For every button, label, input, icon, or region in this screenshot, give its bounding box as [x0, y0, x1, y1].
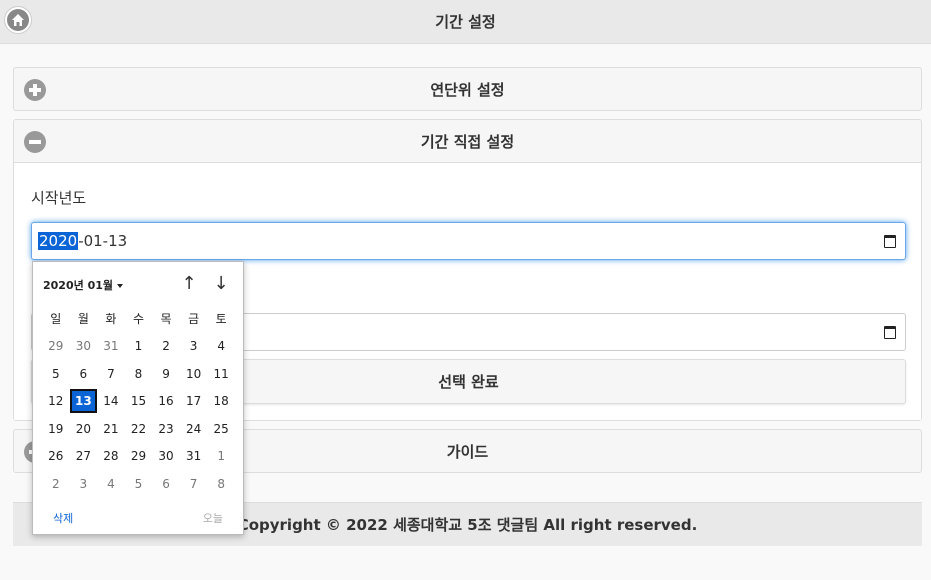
calendar-day[interactable]: 22	[125, 417, 153, 441]
calendar-day[interactable]: 30	[152, 444, 180, 468]
prev-month-button[interactable]: ↑	[178, 272, 200, 294]
custom-period-title: 기간 직접 설정	[420, 132, 515, 151]
calendar-week-row: 19 20 21 22 23 24 25	[42, 415, 235, 443]
calendar-day[interactable]: 31	[97, 334, 125, 358]
calendar-day[interactable]: 7	[180, 472, 208, 496]
calendar-day[interactable]: 21	[97, 417, 125, 441]
calendar-icon[interactable]	[884, 235, 896, 248]
calendar-week-row: 2345678	[42, 470, 235, 498]
calendar-day[interactable]: 31	[180, 444, 208, 468]
next-month-button[interactable]: ↓	[210, 272, 232, 294]
calendar-day[interactable]: 3	[70, 472, 98, 496]
calendar-day[interactable]: 1	[207, 444, 235, 468]
calendar-day[interactable]: 11	[207, 362, 235, 386]
calendar-week-row: 29 30 31 1 2 3 4	[42, 333, 235, 361]
calendar-day[interactable]: 4	[97, 472, 125, 496]
calendar-day[interactable]: 30	[70, 334, 98, 358]
calendar-day[interactable]: 10	[180, 362, 208, 386]
month-label: 2020년 01월	[43, 279, 113, 292]
calendar-week-row: 5 6 7 8 9 10 11	[42, 360, 235, 388]
calendar-day[interactable]: 16	[152, 389, 180, 413]
yearly-settings-title: 연단위 설정	[430, 81, 505, 99]
calendar-day[interactable]: 29	[125, 444, 153, 468]
calendar-day[interactable]: 27	[70, 444, 98, 468]
home-button[interactable]	[4, 6, 32, 34]
start-year-label: 시작년도	[31, 189, 87, 207]
calendar-day[interactable]: 7	[97, 362, 125, 386]
calendar-day[interactable]: 5	[42, 362, 70, 386]
weekday-label: 수	[132, 311, 144, 326]
start-date-rest: -01-13	[78, 232, 128, 250]
weekday-label: 월	[77, 311, 89, 326]
minus-icon	[24, 131, 46, 153]
calendar-day[interactable]: 17	[180, 389, 208, 413]
home-icon	[7, 9, 29, 31]
custom-period-header[interactable]: 기간 직접 설정	[14, 120, 921, 163]
page-title: 기간 설정	[435, 13, 496, 31]
calendar-day[interactable]: 18	[207, 389, 235, 413]
calendar-day[interactable]: 28	[97, 444, 125, 468]
calendar-day[interactable]: 3	[180, 334, 208, 358]
calendar-day[interactable]: 24	[180, 417, 208, 441]
date-picker-popup: 2020년 01월 ↑ ↓ 일 월 화 수 목 금 토 29 30 31 1 2 3 4 5 6 7 8 9 10 11…	[32, 261, 244, 535]
calendar-day-selected[interactable]: 13	[69, 389, 98, 414]
weekday-header-row: 일월 화수 목 금토	[42, 305, 235, 333]
calendar-day[interactable]: 12	[42, 389, 70, 413]
calendar-day[interactable]: 5	[125, 472, 153, 496]
calendar-day[interactable]: 26	[42, 444, 70, 468]
calendar-day[interactable]: 6	[152, 472, 180, 496]
calendar-day[interactable]: 25	[207, 417, 235, 441]
calendar-day[interactable]: 9	[152, 362, 180, 386]
yearly-settings-header[interactable]: 연단위 설정	[14, 68, 921, 111]
caret-down-icon	[117, 284, 123, 288]
calendar-icon[interactable]	[884, 326, 896, 339]
clear-button[interactable]: 삭제	[53, 510, 73, 526]
start-date-input[interactable]: 2020 -01-13	[31, 222, 906, 260]
calendar-day[interactable]: 20	[70, 417, 98, 441]
calendar-day[interactable]: 2	[152, 334, 180, 358]
calendar-day[interactable]: 19	[42, 417, 70, 441]
calendar-day[interactable]: 2	[42, 472, 70, 496]
start-date-year-segment[interactable]: 2020	[38, 232, 79, 250]
calendar-day[interactable]: 29	[42, 334, 70, 358]
section-yearly-settings: 연단위 설정	[13, 67, 922, 111]
calendar-week-row: 12 13 14 15 16 17 18	[42, 388, 235, 416]
calendar-day[interactable]: 8	[207, 472, 235, 496]
calendar-day[interactable]: 15	[125, 389, 153, 413]
weekday-label: 일	[50, 311, 62, 326]
calendar-week-row: 26 27 28 29 30 31 1	[42, 443, 235, 471]
calendar-day[interactable]: 14	[97, 389, 125, 413]
plus-icon	[24, 79, 46, 101]
weekday-label: 목	[160, 311, 172, 326]
today-button[interactable]: 오늘	[203, 510, 223, 526]
calendar-day[interactable]: 8	[125, 362, 153, 386]
calendar-day[interactable]: 4	[207, 334, 235, 358]
weekday-label: 금	[188, 311, 200, 326]
weekday-label: 화	[105, 311, 117, 326]
guide-title: 가이드	[446, 443, 489, 461]
calendar-day[interactable]: 1	[125, 334, 153, 358]
calendar-day[interactable]: 23	[152, 417, 180, 441]
page-header: 기간 설정	[0, 0, 931, 44]
weekday-label: 토	[215, 311, 227, 326]
calendar-day[interactable]: 6	[70, 362, 98, 386]
calendar-grid: 일 월 화 수 목 금 토 29 30 31 1 2 3 4 5 6 7 8 9 10 11 12 13 14 15 16 17 18…	[42, 305, 235, 498]
copyright-text: Copyright © 2022 세종대학교 5조 댓글팀 All right …	[237, 516, 698, 534]
month-select[interactable]: 2020년 01월	[43, 277, 123, 293]
